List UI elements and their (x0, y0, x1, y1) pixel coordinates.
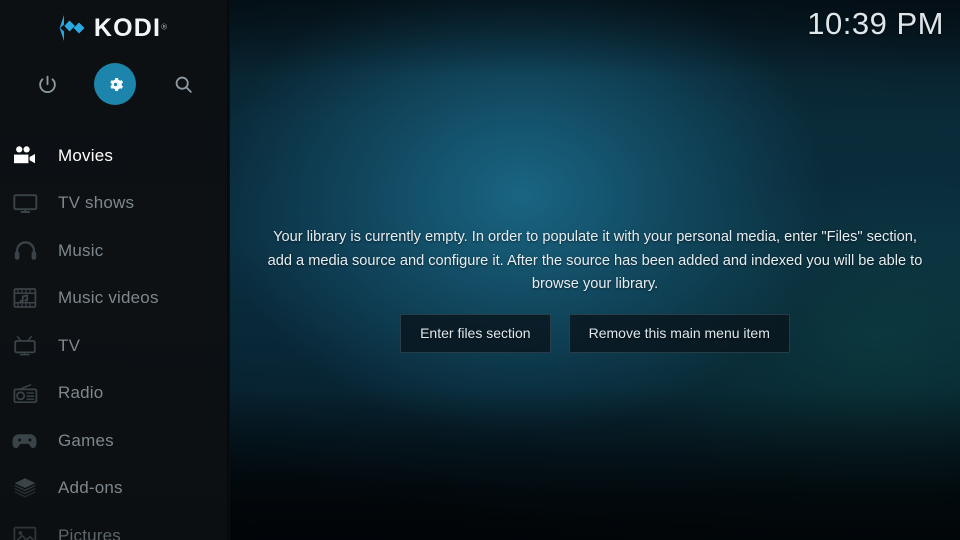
empty-library-message: Your library is currently empty. In orde… (267, 229, 923, 292)
brand-logo: KODI® (0, 0, 230, 56)
power-icon[interactable] (36, 73, 58, 95)
sidebar-item-radio[interactable]: Radio (0, 370, 230, 418)
trademark-symbol: ® (161, 22, 168, 32)
retro-tv-icon (8, 333, 42, 359)
main-content-area: 10:39 PM Your library is currently empty… (230, 0, 960, 540)
brand-name-text: KODI (93, 13, 162, 42)
sidebar-item-pictures[interactable]: Pictures (0, 512, 230, 540)
sidebar-item-music[interactable]: Music (0, 227, 230, 275)
enter-files-section-button[interactable]: Enter files section (400, 313, 551, 353)
sidebar-item-tv[interactable]: TV (0, 322, 230, 370)
sidebar-item-addons[interactable]: Add-ons (0, 465, 230, 513)
sidebar-item-games[interactable]: Games (0, 417, 230, 465)
gamepad-icon (8, 428, 42, 454)
film-music-icon (8, 285, 42, 311)
movie-camera-icon (8, 143, 42, 169)
radio-icon (8, 380, 42, 406)
empty-library-button-row: Enter files section Remove this main men… (400, 313, 790, 353)
sidebar-item-label: Pictures (58, 525, 122, 540)
sidebar-item-label: Radio (58, 383, 104, 403)
headphones-icon (8, 238, 42, 264)
remove-main-menu-item-button[interactable]: Remove this main menu item (568, 313, 790, 353)
sidebar-nav-icons (0, 58, 230, 110)
sidebar-item-music-videos[interactable]: Music videos (0, 275, 230, 323)
sidebar-item-movies[interactable]: Movies (0, 132, 230, 180)
sidebar-item-label: Music (58, 240, 104, 260)
gear-icon[interactable] (104, 73, 126, 95)
addons-box-icon (8, 475, 42, 501)
sidebar-item-label: Games (58, 430, 114, 450)
kodi-home-screen: 10:39 PM Your library is currently empty… (0, 0, 960, 540)
tv-monitor-icon (8, 190, 42, 216)
brand-name: KODI® (94, 14, 167, 43)
sidebar-item-tv-shows[interactable]: TV shows (0, 180, 230, 228)
sidebar-item-label: TV (58, 335, 81, 355)
sidebar-item-label: Movies (58, 145, 114, 165)
sidebar-item-label: Music videos (58, 288, 159, 308)
search-icon[interactable] (172, 73, 194, 95)
sidebar-item-label: TV shows (58, 193, 135, 213)
picture-icon (8, 523, 42, 540)
clock: 10:39 PM (807, 6, 944, 41)
empty-library-panel: Your library is currently empty. In orde… (230, 226, 960, 353)
kodi-logo-icon (57, 15, 85, 41)
sidebar: KODI® Movies TV shows Music Music videos… (0, 0, 230, 540)
sidebar-item-label: Add-ons (58, 478, 123, 498)
sidebar-menu: Movies TV shows Music Music videos TV Ra… (0, 132, 230, 540)
